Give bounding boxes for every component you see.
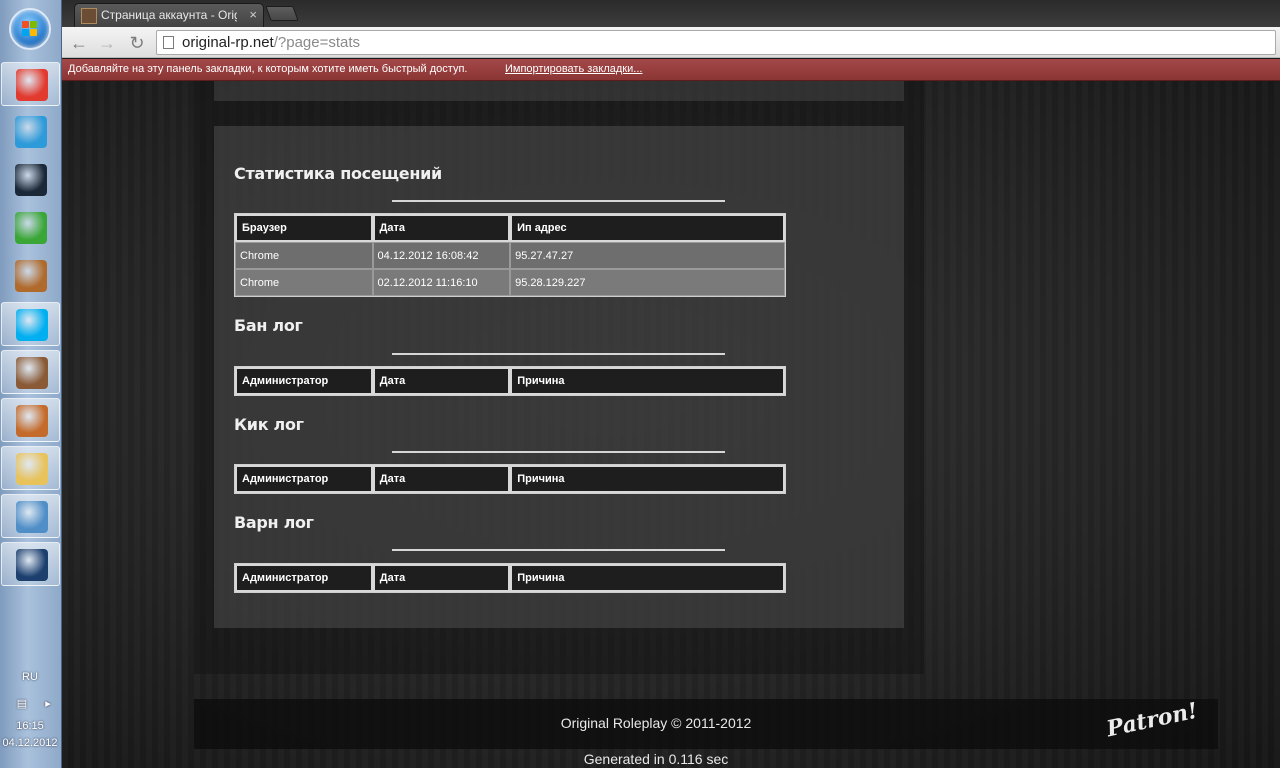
download-manager-icon xyxy=(15,116,47,148)
patron-logo-icon: Patron! xyxy=(1104,697,1200,743)
kick-log-table: Администратор Дата Причина xyxy=(234,464,786,494)
clock-time[interactable]: 16:15 xyxy=(0,720,60,732)
new-tab-button[interactable] xyxy=(265,6,299,21)
taskbar-app-button[interactable] xyxy=(1,254,60,298)
col-admin: Администратор xyxy=(235,465,373,493)
visits-divider xyxy=(392,200,725,202)
bookmarks-bar: Добавляйте на эту панель закладки, к кот… xyxy=(62,59,1280,81)
game-character-2-icon xyxy=(16,405,48,437)
tab-account-page[interactable]: Страница аккаунта - Orig × xyxy=(74,3,264,27)
kick-log-divider xyxy=(392,451,725,453)
col-admin: Администратор xyxy=(235,367,373,395)
generated-time: Generated in 0.116 sec xyxy=(583,751,729,767)
col-reason: Причина xyxy=(510,564,785,592)
col-date: Дата xyxy=(372,564,511,592)
explorer-folder-icon xyxy=(16,453,48,485)
cell-browser: Chrome xyxy=(235,269,373,296)
clock-date[interactable]: 04.12.2012 xyxy=(0,737,60,749)
taskbar-app-button[interactable] xyxy=(1,542,60,586)
cell-date: 04.12.2012 16:08:42 xyxy=(372,242,511,269)
taskbar-app-button[interactable] xyxy=(1,110,60,154)
game-character-icon xyxy=(16,357,48,389)
cell-browser: Chrome xyxy=(235,242,373,269)
col-date: Дата xyxy=(372,367,511,395)
photoshop-icon xyxy=(16,549,48,581)
taskbar-app-button[interactable] xyxy=(1,206,60,250)
browser-window: Страница аккаунта - Orig × ← → ↻ origina… xyxy=(62,0,1280,768)
back-arrow-icon[interactable]: ← xyxy=(68,32,90,54)
web-page: Статистика посещений Браузер Дата Ип адр… xyxy=(62,81,1280,768)
windows-taskbar: RU ▤ ▸ 16:15 04.12.2012 xyxy=(0,0,62,768)
col-date: Дата xyxy=(372,465,511,493)
cell-date: 02.12.2012 11:16:10 xyxy=(372,269,511,296)
ban-log-divider xyxy=(392,353,725,355)
col-browser: Браузер xyxy=(235,214,373,242)
col-ip: Ип адрес xyxy=(510,214,785,242)
page-footer: Original Roleplay © 2011-2012 Patron! xyxy=(194,697,1218,749)
close-tab-icon[interactable]: × xyxy=(249,7,257,22)
footer-copyright: Original Roleplay © 2011-2012 xyxy=(560,715,752,731)
chrome-icon xyxy=(16,69,48,101)
stats-panel: Статистика посещений Браузер Дата Ип адр… xyxy=(214,126,904,628)
cell-ip: 95.27.47.27 xyxy=(510,242,785,269)
import-bookmarks-link[interactable]: Импортировать закладки... xyxy=(505,63,642,75)
col-admin: Администратор xyxy=(235,564,373,592)
page-icon xyxy=(163,36,174,49)
col-reason: Причина xyxy=(510,367,785,395)
ban-log-title: Бан лог xyxy=(234,316,303,335)
teddy-bear-icon xyxy=(15,260,47,292)
forward-arrow-icon[interactable]: → xyxy=(96,32,118,54)
taskbar-app-button[interactable] xyxy=(1,350,60,394)
taskbar-app-button[interactable] xyxy=(1,158,60,202)
ban-log-table: Администратор Дата Причина xyxy=(234,366,786,396)
visits-title: Статистика посещений xyxy=(234,164,442,183)
bookmarks-bar-message: Добавляйте на эту панель закладки, к кот… xyxy=(68,63,468,75)
browser-toolbar: ← → ↻ original-rp.net/?page=stats xyxy=(62,27,1280,58)
address-bar[interactable]: original-rp.net/?page=stats xyxy=(156,30,1276,55)
warn-log-table: Администратор Дата Причина xyxy=(234,563,786,593)
windows-logo-icon xyxy=(22,21,38,37)
tab-strip: Страница аккаунта - Orig × xyxy=(62,0,1280,27)
table-row: Chrome 02.12.2012 11:16:10 95.28.129.227 xyxy=(235,269,785,296)
steam-icon xyxy=(15,164,47,196)
skype-icon xyxy=(16,309,48,341)
previous-panel xyxy=(214,81,904,101)
visits-table: Браузер Дата Ип адрес Chrome 04.12.2012 … xyxy=(234,213,786,297)
taskbar-app-button[interactable] xyxy=(1,446,60,490)
reload-icon[interactable]: ↻ xyxy=(126,32,148,54)
cell-ip: 95.28.129.227 xyxy=(510,269,785,296)
col-date: Дата xyxy=(372,214,511,242)
kick-log-title: Кик лог xyxy=(234,415,304,434)
table-row: Chrome 04.12.2012 16:08:42 95.27.47.27 xyxy=(235,242,785,269)
taskbar-app-button[interactable] xyxy=(1,62,60,106)
warn-log-title: Варн лог xyxy=(234,513,314,532)
taskbar-app-button[interactable] xyxy=(1,302,60,346)
url-text: original-rp.net/?page=stats xyxy=(182,34,361,51)
tab-title: Страница аккаунта - Orig xyxy=(101,8,237,22)
warn-log-divider xyxy=(392,549,725,551)
col-reason: Причина xyxy=(510,465,785,493)
language-indicator[interactable]: RU xyxy=(0,671,60,683)
taskbar-app-button[interactable] xyxy=(1,398,60,442)
qip-icon xyxy=(15,212,47,244)
picture-viewer-icon xyxy=(16,501,48,533)
start-button[interactable] xyxy=(9,8,51,50)
favicon-icon xyxy=(81,8,97,24)
taskbar-app-button[interactable] xyxy=(1,494,60,538)
